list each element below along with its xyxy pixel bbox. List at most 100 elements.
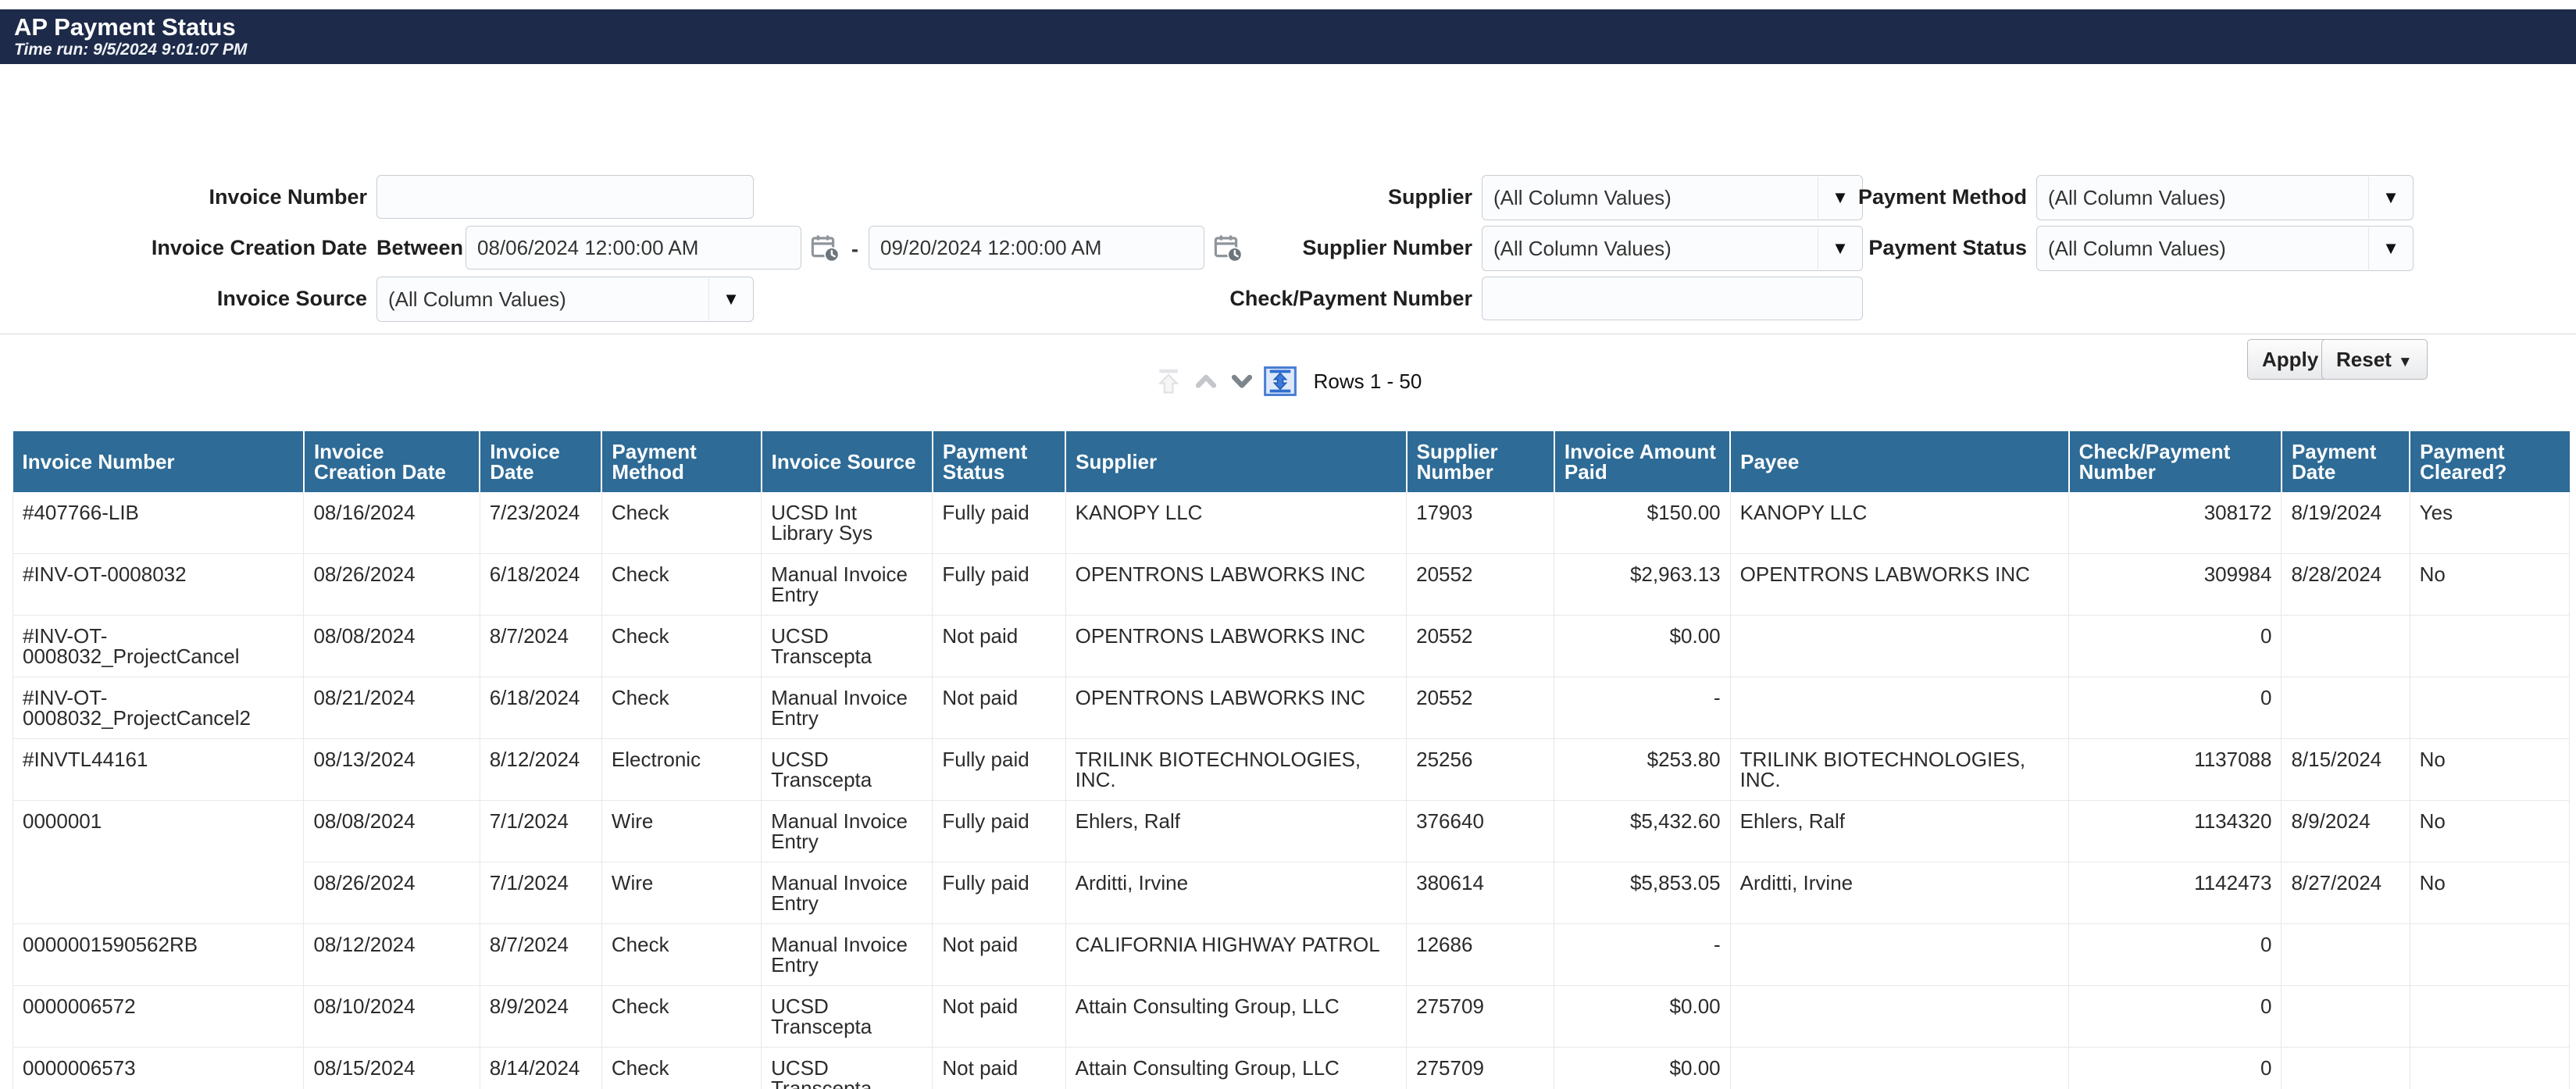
cell-invoice-amount-paid: $0.00 [1554, 616, 1730, 677]
date-range-separator: - [851, 237, 858, 262]
column-header-invoice-date[interactable]: Invoice Date [480, 431, 601, 492]
column-header-check-payment-number[interactable]: Check/Payment Number [2069, 431, 2282, 492]
column-header-payee[interactable]: Payee [1730, 431, 2069, 492]
column-header-supplier[interactable]: Supplier [1065, 431, 1407, 492]
cell-supplier: Attain Consulting Group, LLC [1065, 986, 1407, 1048]
cell-invoice-creation-date: 08/26/2024 [304, 554, 480, 616]
cell-payee [1730, 616, 2069, 677]
cell-payment-cleared [2410, 1048, 2569, 1089]
cell-payment-status: Not paid [933, 986, 1065, 1048]
cell-payment-status: Not paid [933, 677, 1065, 739]
cell-invoice-number: #407766-LIB [13, 492, 304, 554]
invoice-source-select[interactable]: (All Column Values) ▼ [376, 277, 754, 322]
chevron-down-icon[interactable]: ▼ [2369, 187, 2413, 208]
cell-invoice-number: 0000001590562RB [13, 924, 304, 986]
cell-payment-cleared: No [2410, 739, 2569, 801]
cell-payment-cleared [2410, 677, 2569, 739]
table-row: #INV-OT-0008032_ProjectCancel208/21/2024… [13, 677, 2570, 739]
chevron-down-icon[interactable]: ▼ [2369, 238, 2413, 259]
column-header-payment-status[interactable]: Payment Status [933, 431, 1065, 492]
invoice-number-input[interactable] [376, 175, 754, 219]
column-header-invoice-creation-date[interactable]: Invoice Creation Date [304, 431, 480, 492]
cell-payment-method: Check [601, 1048, 761, 1089]
previous-rows-icon [1192, 367, 1220, 395]
cell-invoice-date: 8/12/2024 [480, 739, 601, 801]
cell-invoice-date: 8/14/2024 [480, 1048, 601, 1089]
cell-payment-status: Fully paid [933, 801, 1065, 862]
cell-check-payment-number: 1142473 [2069, 862, 2282, 924]
header-row: Invoice NumberInvoice Creation DateInvoi… [13, 431, 2570, 492]
column-header-invoice-source[interactable]: Invoice Source [762, 431, 933, 492]
table-body: #407766-LIB08/16/20247/23/2024CheckUCSD … [13, 492, 2570, 1089]
column-header-supplier-number[interactable]: Supplier Number [1407, 431, 1554, 492]
cell-payment-date [2282, 924, 2410, 986]
cell-invoice-date: 8/7/2024 [480, 924, 601, 986]
payment-status-selected-value: (All Column Values) [2037, 227, 2369, 270]
chevron-down-icon[interactable]: ▼ [709, 289, 753, 309]
invoice-source-label: Invoice Source [70, 287, 367, 311]
table-row: 0000001590562RB08/12/20248/7/2024CheckMa… [13, 924, 2570, 986]
cell-payment-cleared: No [2410, 862, 2569, 924]
reset-button[interactable]: Reset▼ [2321, 339, 2428, 380]
cell-invoice-number: 0000001 [13, 801, 304, 924]
column-header-invoice-amount-paid[interactable]: Invoice Amount Paid [1554, 431, 1730, 492]
cell-payment-method: Wire [601, 801, 761, 862]
cell-invoice-creation-date: 08/15/2024 [304, 1048, 480, 1089]
cell-invoice-amount-paid: - [1554, 924, 1730, 986]
cell-payment-date [2282, 677, 2410, 739]
cell-supplier: Arditti, Irvine [1065, 862, 1407, 924]
table-pager: Rows 1 - 50 [0, 366, 2576, 397]
column-header-invoice-number[interactable]: Invoice Number [13, 431, 304, 492]
cell-payment-status: Fully paid [933, 492, 1065, 554]
cell-payment-method: Electronic [601, 739, 761, 801]
column-header-payment-cleared[interactable]: Payment Cleared? [2410, 431, 2569, 492]
cell-invoice-date: 6/18/2024 [480, 677, 601, 739]
payment-status-select[interactable]: (All Column Values) ▼ [2036, 226, 2414, 271]
cell-supplier: Ehlers, Ralf [1065, 801, 1407, 862]
cell-invoice-creation-date: 08/26/2024 [304, 862, 480, 924]
cell-invoice-source: UCSD Transcepta [762, 739, 933, 801]
cell-invoice-number: #INV-OT-0008032_ProjectCancel [13, 616, 304, 677]
date-to-input[interactable] [869, 226, 1204, 270]
next-rows-icon[interactable] [1228, 367, 1256, 395]
check-payment-number-input[interactable] [1482, 277, 1863, 320]
cell-invoice-date: 7/1/2024 [480, 862, 601, 924]
cell-check-payment-number: 0 [2069, 677, 2282, 739]
cell-supplier-number: 20552 [1407, 677, 1554, 739]
cell-payee: OPENTRONS LABWORKS INC [1730, 554, 2069, 616]
cell-check-payment-number: 309984 [2069, 554, 2282, 616]
payment-method-select[interactable]: (All Column Values) ▼ [2036, 175, 2414, 220]
table-row: #INV-OT-000803208/26/20246/18/2024CheckM… [13, 554, 2570, 616]
cell-invoice-source: UCSD Int Library Sys [762, 492, 933, 554]
filter-panel: Invoice Number Invoice Creation Date Bet… [0, 64, 2576, 334]
payment-method-label: Payment Method [1742, 185, 2027, 209]
date-from-input[interactable] [466, 226, 801, 270]
cell-invoice-creation-date: 08/08/2024 [304, 801, 480, 862]
cell-supplier: OPENTRONS LABWORKS INC [1065, 677, 1407, 739]
cell-payment-cleared: No [2410, 554, 2569, 616]
cell-invoice-date: 8/7/2024 [480, 616, 601, 677]
cell-invoice-amount-paid: - [1554, 677, 1730, 739]
cell-invoice-number: 0000006573 [13, 1048, 304, 1089]
payment-method-selected-value: (All Column Values) [2037, 177, 2369, 219]
cell-payee [1730, 986, 2069, 1048]
column-header-payment-date[interactable]: Payment Date [2282, 431, 2410, 492]
cell-invoice-amount-paid: $0.00 [1554, 986, 1730, 1048]
cell-payee: TRILINK BIOTECHNOLOGIES, INC. [1730, 739, 2069, 801]
cell-check-payment-number: 0 [2069, 1048, 2282, 1089]
invoice-source-selected-value: (All Column Values) [377, 278, 709, 320]
cell-invoice-date: 6/18/2024 [480, 554, 601, 616]
calendar-clock-icon[interactable] [809, 232, 842, 265]
display-maximum-rows-icon[interactable] [1264, 366, 1297, 396]
cell-payment-date: 8/15/2024 [2282, 739, 2410, 801]
apply-button[interactable]: Apply [2247, 339, 2333, 380]
column-header-payment-method[interactable]: Payment Method [601, 431, 761, 492]
cell-supplier-number: 275709 [1407, 986, 1554, 1048]
cell-invoice-creation-date: 08/08/2024 [304, 616, 480, 677]
cell-invoice-amount-paid: $253.80 [1554, 739, 1730, 801]
cell-payment-status: Fully paid [933, 862, 1065, 924]
cell-invoice-amount-paid: $2,963.13 [1554, 554, 1730, 616]
cell-check-payment-number: 1137088 [2069, 739, 2282, 801]
cell-payment-method: Check [601, 492, 761, 554]
table-row: 000000657208/10/20248/9/2024CheckUCSD Tr… [13, 986, 2570, 1048]
